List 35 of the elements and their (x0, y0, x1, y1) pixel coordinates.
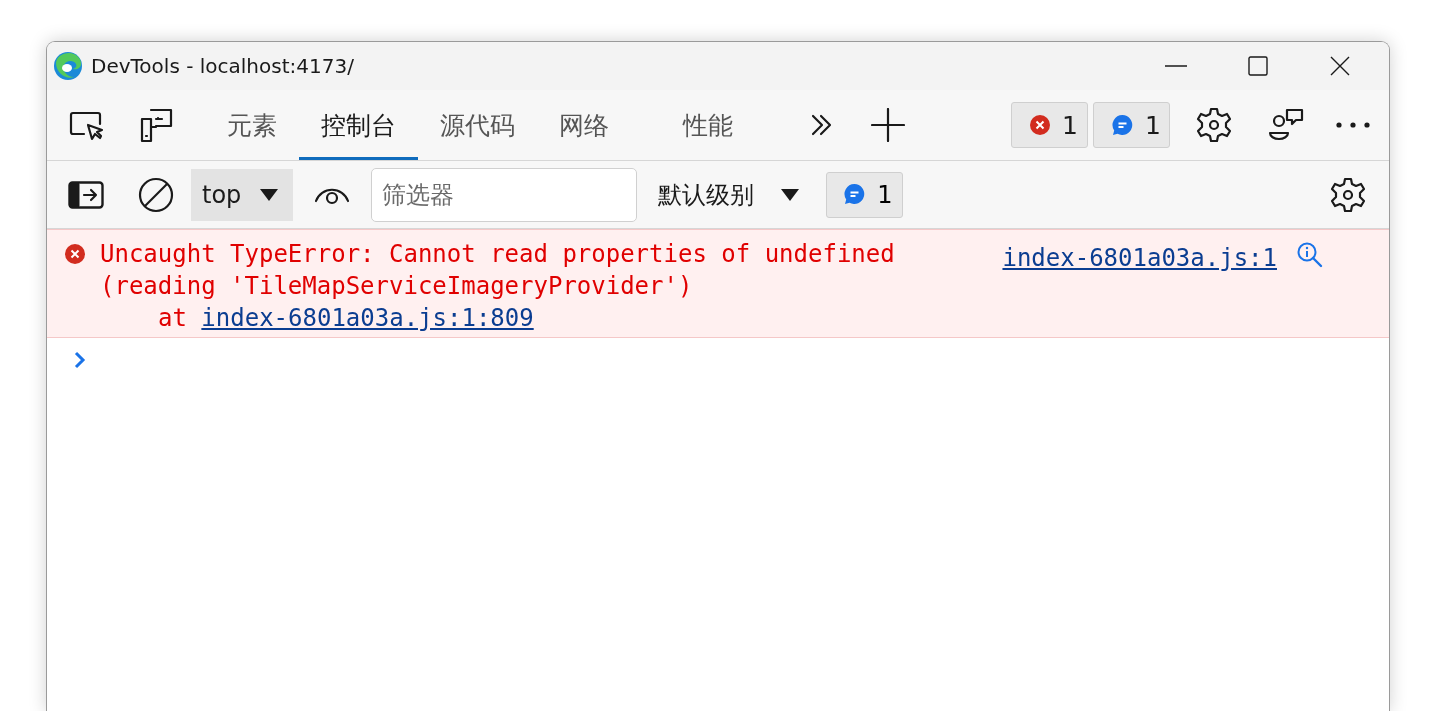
tab[interactable]: 网络 (537, 90, 631, 160)
clear-console-icon[interactable] (138, 176, 174, 213)
message-icon (844, 184, 866, 205)
error-count-button[interactable]: 1 (1011, 102, 1088, 148)
caret-icon (780, 187, 801, 202)
error-message: Uncaught TypeError: Cannot read properties of undefined (100, 239, 896, 270)
issue-count-button[interactable]: 1 (1093, 102, 1170, 148)
source-link[interactable]: index-6801a03a.js:1 (1002, 242, 1277, 274)
info-search-icon[interactable] (1297, 242, 1323, 268)
device-icon[interactable] (138, 107, 174, 143)
error-icon (65, 244, 85, 264)
settings-icon[interactable] (1329, 175, 1367, 214)
window-title: DevTools - localhost:4173/ (91, 54, 355, 78)
stack-link[interactable]: index-6801a03a.js:1:809 (201, 304, 534, 332)
settings-icon[interactable] (1195, 106, 1233, 144)
maximize-icon[interactable] (1248, 56, 1268, 76)
level-dropdown[interactable]: 默认级别 (658, 178, 801, 211)
more-icon[interactable] (1335, 121, 1371, 129)
tab[interactable]: 源代码 (418, 90, 537, 160)
feedback-icon[interactable] (1267, 107, 1305, 143)
browser-logo-icon (53, 51, 83, 81)
prompt-icon (73, 350, 87, 370)
message-icon (1112, 114, 1133, 136)
add-icon[interactable] (871, 108, 905, 142)
issues-button[interactable]: 1 (826, 171, 904, 218)
tab[interactable]: 元素 (205, 90, 299, 160)
error-icon (1030, 115, 1050, 135)
error-message: (reading 'TileMapServiceImageryProvider') (100, 271, 694, 302)
close-icon[interactable] (1330, 56, 1350, 76)
context-dropdown[interactable]: top (191, 168, 294, 221)
stack-text: at (158, 304, 187, 332)
caret-icon (259, 187, 280, 202)
sidebar-icon[interactable] (68, 180, 104, 209)
tab[interactable]: 性能 (661, 90, 755, 160)
filter-field[interactable]: 筛选器 (371, 167, 638, 222)
